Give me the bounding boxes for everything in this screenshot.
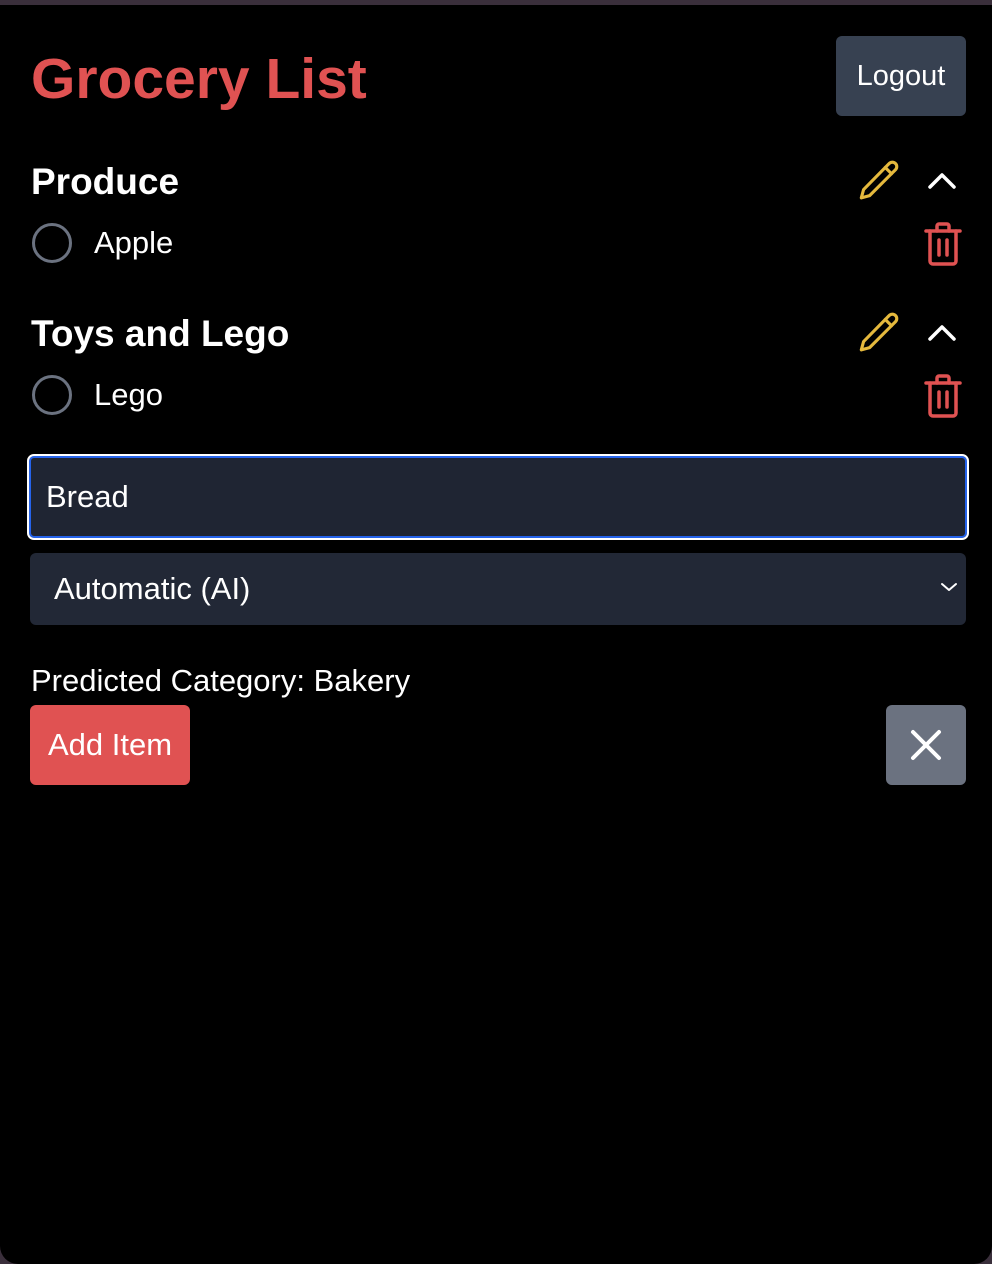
add-item-button[interactable]: Add Item [30, 705, 190, 785]
category-section-toys-and-lego: Toys and Lego Lego [30, 304, 966, 430]
item-label: Apple [94, 225, 174, 260]
list-item: Apple [30, 214, 966, 278]
category-select-value: Automatic (AI) [54, 571, 251, 606]
header: Grocery List Logout [30, 36, 966, 116]
category-title: Toys and Lego [31, 313, 290, 354]
list-item: Lego [30, 366, 966, 430]
chevron-up-icon[interactable] [922, 162, 962, 198]
trash-icon[interactable] [922, 372, 964, 420]
pencil-icon[interactable] [854, 308, 904, 358]
item-checkbox[interactable] [32, 223, 72, 263]
category-section-produce: Produce Apple [30, 152, 966, 278]
chevron-down-icon [940, 581, 958, 593]
new-item-input[interactable] [27, 454, 969, 540]
predicted-category: Predicted Category: Bakery [31, 663, 411, 698]
cancel-button[interactable] [886, 705, 966, 785]
category-header: Toys and Lego [30, 304, 966, 360]
category-title: Produce [31, 161, 180, 202]
item-label: Lego [94, 377, 163, 412]
chevron-up-icon[interactable] [922, 314, 962, 350]
item-checkbox[interactable] [32, 375, 72, 415]
trash-icon[interactable] [922, 220, 964, 268]
pencil-icon[interactable] [854, 156, 904, 206]
category-header: Produce [30, 152, 966, 208]
close-icon [886, 705, 966, 785]
logout-button[interactable]: Logout [836, 36, 966, 116]
app-window: Grocery List Logout Produce Apple Toys a… [0, 5, 992, 1264]
page-title: Grocery List [31, 47, 367, 111]
category-select[interactable]: Automatic (AI) [30, 553, 966, 625]
